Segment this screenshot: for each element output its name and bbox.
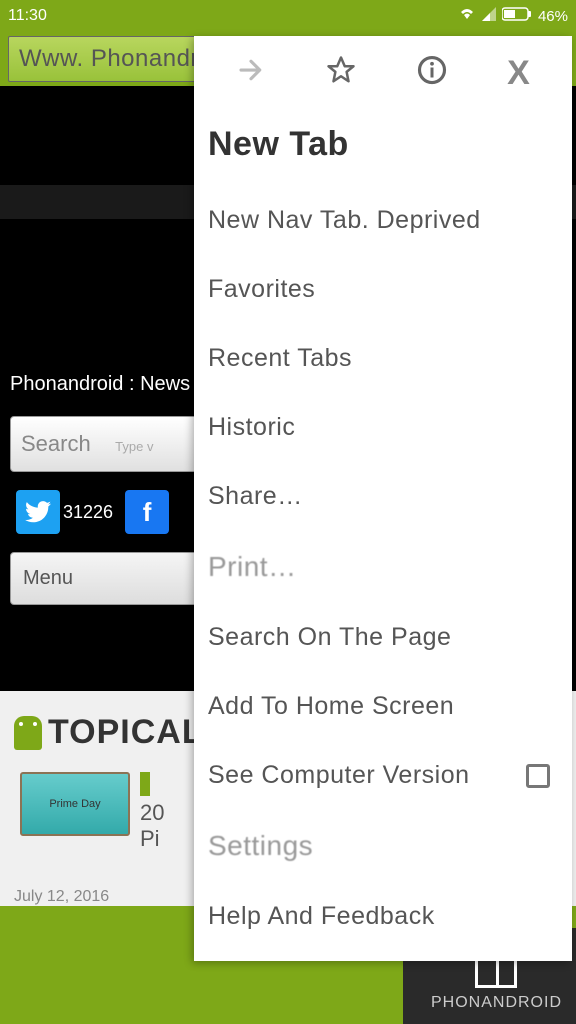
menu-share[interactable]: Share… bbox=[194, 462, 572, 531]
menu-label: Menu bbox=[23, 567, 73, 589]
facebook-icon: f bbox=[125, 490, 169, 534]
menu-favorites[interactable]: Favorites bbox=[194, 255, 572, 324]
status-bar: 11:30 46% bbox=[0, 0, 576, 32]
browser-menu-dropdown: X New Tab New Nav Tab. Deprived Favorite… bbox=[194, 36, 572, 961]
card-image: Prime Day bbox=[20, 772, 130, 836]
menu-new-nav-tab[interactable]: New Nav Tab. Deprived bbox=[194, 186, 572, 255]
close-icon[interactable]: X bbox=[507, 54, 530, 93]
watermark-text: PHONANDROID bbox=[431, 994, 562, 1012]
android-icon bbox=[14, 716, 42, 750]
menu-search-page[interactable]: Search On The Page bbox=[194, 603, 572, 672]
twitter-link[interactable]: 31226 bbox=[16, 490, 113, 534]
menu-recent-tabs[interactable]: Recent Tabs bbox=[194, 324, 572, 393]
twitter-count: 31226 bbox=[63, 502, 113, 523]
search-label: Search bbox=[21, 431, 91, 456]
signal-icon bbox=[482, 7, 496, 26]
search-placeholder: Type v bbox=[115, 439, 153, 454]
forward-icon[interactable] bbox=[236, 55, 266, 93]
menu-help[interactable]: Help And Feedback bbox=[194, 882, 572, 951]
menu-items: New Tab New Nav Tab. Deprived Favorites … bbox=[194, 111, 572, 951]
twitter-icon bbox=[16, 490, 60, 534]
menu-print[interactable]: Print… bbox=[194, 531, 572, 603]
facebook-link[interactable]: f bbox=[125, 490, 169, 534]
menu-new-tab[interactable]: New Tab bbox=[194, 111, 572, 186]
star-icon[interactable] bbox=[326, 55, 356, 93]
menu-add-home[interactable]: Add To Home Screen bbox=[194, 672, 572, 741]
topical-text: TOPICAL bbox=[48, 713, 204, 752]
checkbox-icon[interactable] bbox=[526, 764, 550, 788]
wifi-icon bbox=[458, 7, 476, 26]
status-time: 11:30 bbox=[8, 7, 47, 25]
menu-historic[interactable]: Historic bbox=[194, 393, 572, 462]
battery-text: 46% bbox=[538, 8, 568, 25]
menu-icon-row: X bbox=[194, 36, 572, 111]
info-icon[interactable] bbox=[417, 55, 447, 93]
battery-icon bbox=[502, 7, 532, 26]
menu-settings[interactable]: Settings bbox=[194, 810, 572, 882]
accent-bar bbox=[140, 772, 150, 796]
status-right: 46% bbox=[458, 7, 568, 26]
menu-computer-version[interactable]: See Computer Version bbox=[194, 741, 572, 810]
